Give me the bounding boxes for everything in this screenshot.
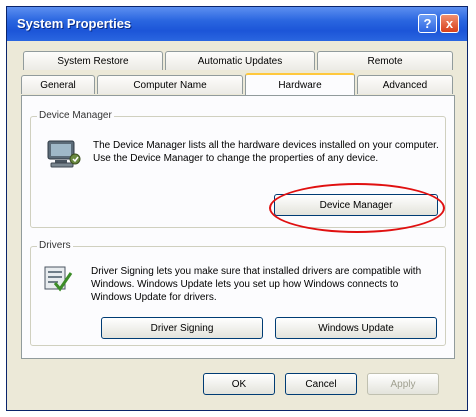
tab-system-restore[interactable]: System Restore: [23, 51, 163, 70]
device-manager-description: The Device Manager lists all the hardwar…: [93, 140, 439, 164]
apply-button[interactable]: Apply: [367, 373, 439, 395]
title-bar[interactable]: System Properties ? x: [7, 7, 467, 41]
device-manager-group-label: Device Manager: [37, 110, 114, 121]
close-button[interactable]: x: [440, 14, 459, 33]
device-manager-highlight-ring: [269, 183, 445, 233]
driver-signing-icon: [44, 266, 73, 292]
tab-general[interactable]: General: [21, 75, 95, 94]
window-title: System Properties: [17, 16, 132, 31]
help-button[interactable]: ?: [418, 14, 437, 33]
drivers-description: Driver Signing lets you make sure that i…: [91, 266, 422, 303]
tab-computer-name[interactable]: Computer Name: [97, 75, 243, 94]
drivers-group: Drivers Driver Signing lets you make sur…: [30, 240, 446, 346]
ok-button[interactable]: OK: [203, 373, 275, 395]
driver-signing-button[interactable]: Driver Signing: [101, 317, 263, 339]
tab-advanced[interactable]: Advanced: [357, 75, 453, 94]
drivers-group-label: Drivers: [37, 240, 73, 251]
system-properties-window: System Properties ? x System Restore Aut…: [6, 6, 468, 411]
windows-update-button[interactable]: Windows Update: [275, 317, 437, 339]
tab-hardware[interactable]: Hardware: [245, 73, 355, 95]
tab-remote[interactable]: Remote: [317, 51, 453, 70]
tab-automatic-updates[interactable]: Automatic Updates: [165, 51, 315, 70]
cancel-button[interactable]: Cancel: [285, 373, 357, 395]
device-manager-icon: [47, 140, 81, 168]
